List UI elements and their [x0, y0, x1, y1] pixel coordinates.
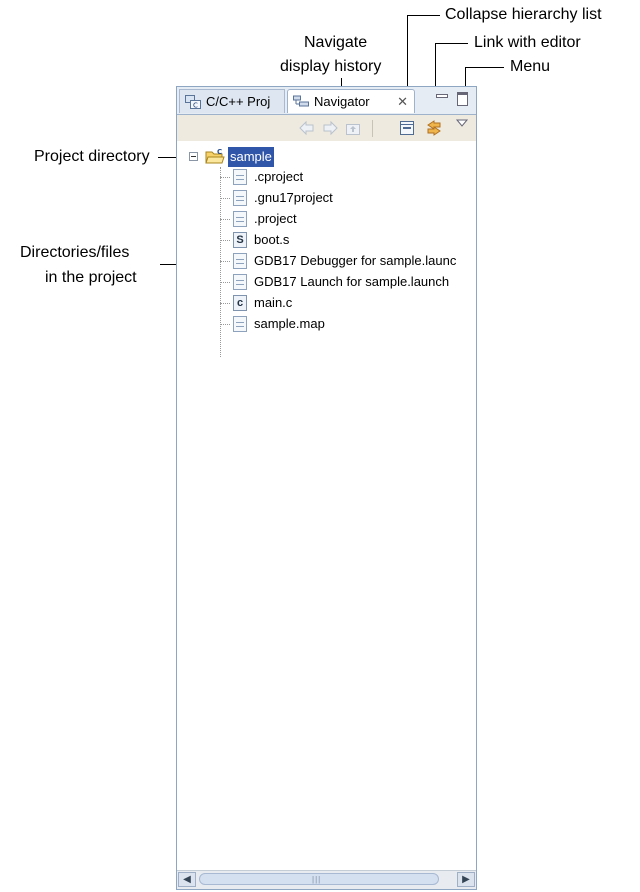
list-item-label: .cproject: [254, 169, 304, 184]
collapse-all-icon[interactable]: [398, 119, 416, 137]
chevron-right-icon: ▶: [462, 874, 470, 885]
svg-text:C: C: [217, 148, 222, 156]
text-file-icon: [233, 253, 247, 269]
tab-label: C/C++ Proj: [206, 94, 271, 109]
navigate-history-callout: Navigate: [304, 34, 368, 51]
chevron-left-icon: ◀: [183, 874, 191, 885]
view-menu-icon[interactable]: [456, 117, 468, 129]
up-folder-icon[interactable]: [344, 119, 362, 137]
navigate-history-callout: display history: [280, 58, 382, 75]
toolbar-separator: [372, 120, 373, 137]
navigator-icon: [293, 95, 309, 107]
list-item[interactable]: GDB17 Launch for sample.launch: [220, 272, 470, 292]
close-icon[interactable]: ✕: [397, 90, 408, 114]
callout-line: [407, 15, 440, 16]
list-item[interactable]: c main.c: [220, 293, 470, 313]
text-file-icon: [233, 316, 247, 332]
project-folder-icon: C: [205, 148, 225, 164]
maximize-button[interactable]: [455, 91, 469, 106]
horizontal-scrollbar[interactable]: ◀ ||| ▶: [177, 870, 476, 889]
text-file-icon: [233, 211, 247, 227]
scroll-grip-icon: |||: [312, 875, 322, 884]
scroll-left-button[interactable]: ◀: [178, 872, 196, 887]
back-arrow-icon[interactable]: [298, 119, 316, 137]
minimize-button[interactable]: [434, 91, 448, 105]
minimize-icon: [436, 94, 448, 98]
directories-files-callout: in the project: [45, 269, 137, 286]
list-item-label: GDB17 Launch for sample.launch: [254, 274, 450, 289]
text-file-icon: [233, 274, 247, 290]
list-item[interactable]: .cproject: [220, 167, 470, 187]
list-item-label: .project: [254, 211, 297, 226]
callout-line: [465, 67, 504, 68]
list-item[interactable]: sample.map: [220, 314, 470, 334]
navigator-view-panel: C C/C++ Proj Navigator ✕ C sample .cproj…: [176, 86, 477, 890]
tree-root-label[interactable]: sample: [228, 147, 274, 167]
menu-callout: Menu: [510, 58, 551, 75]
tab-navigator[interactable]: Navigator ✕: [287, 89, 415, 113]
view-toolbar: [177, 115, 476, 141]
asm-file-icon: S: [233, 232, 247, 248]
list-item-label: GDB17 Debugger for sample.launc: [254, 253, 457, 268]
text-file-icon: [233, 190, 247, 206]
forward-arrow-icon[interactable]: [321, 119, 339, 137]
link-with-editor-icon[interactable]: [425, 119, 443, 137]
view-tab-strip: C C/C++ Proj Navigator ✕: [177, 87, 476, 115]
tab-cpp-projects[interactable]: C C/C++ Proj: [179, 89, 285, 113]
directories-files-callout: Directories/files: [20, 244, 130, 261]
list-item-label: main.c: [254, 295, 293, 310]
tab-label: Navigator: [314, 94, 370, 109]
list-item-label: sample.map: [254, 316, 325, 331]
list-item[interactable]: .gnu17project: [220, 188, 470, 208]
maximize-icon: [457, 92, 468, 106]
collapse-hierarchy-callout: Collapse hierarchy list: [445, 6, 602, 23]
project-directory-callout: Project directory: [34, 148, 150, 165]
list-item[interactable]: GDB17 Debugger for sample.launc: [220, 251, 470, 271]
cpp-projects-icon: C: [185, 95, 201, 109]
list-item[interactable]: .project: [220, 209, 470, 229]
svg-text:C: C: [193, 102, 198, 110]
list-item-label: boot.s: [254, 232, 290, 247]
navigator-tree: C sample .cproject .gnu17project .projec…: [177, 143, 476, 743]
text-file-icon: [233, 169, 247, 185]
scrollbar-thumb[interactable]: |||: [199, 873, 439, 885]
list-item[interactable]: S boot.s: [220, 230, 470, 250]
scroll-right-button[interactable]: ▶: [457, 872, 475, 887]
callout-line: [435, 43, 468, 44]
list-item-label: .gnu17project: [254, 190, 333, 205]
collapse-toggle-icon[interactable]: [189, 152, 198, 161]
link-with-editor-callout: Link with editor: [474, 34, 581, 51]
c-file-icon: c: [233, 295, 247, 311]
